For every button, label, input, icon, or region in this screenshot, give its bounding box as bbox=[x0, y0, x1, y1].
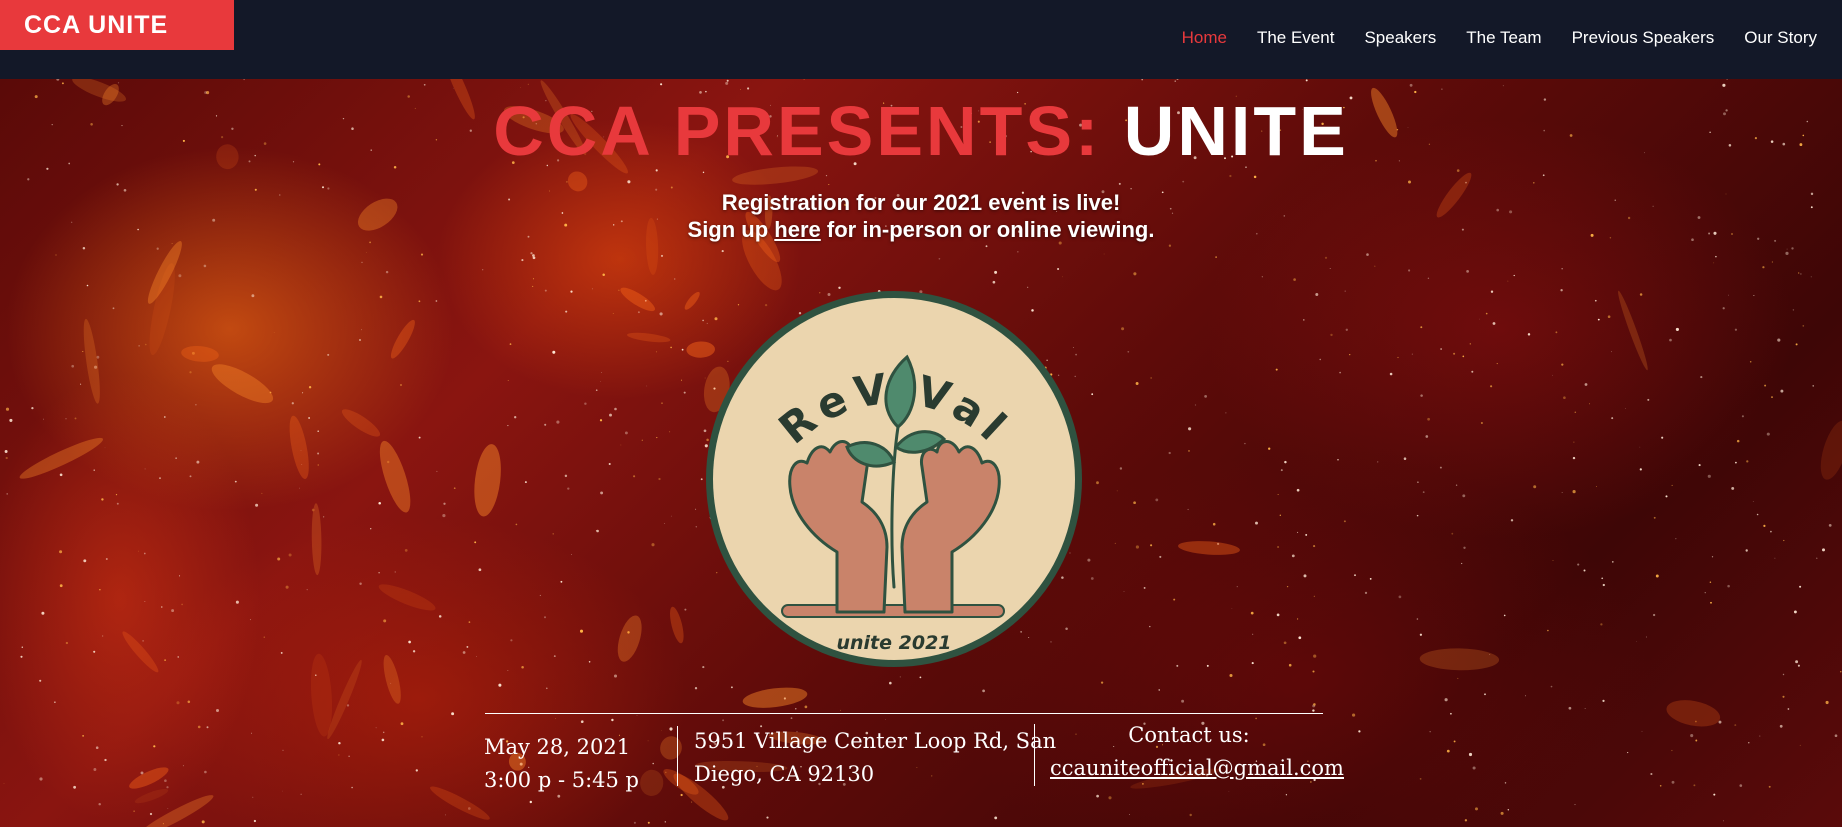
address-line-2: Diego, CA 92130 bbox=[694, 762, 875, 786]
nav-previous-speakers[interactable]: Previous Speakers bbox=[1557, 28, 1730, 48]
event-time: 3:00 p - 5:45 p bbox=[484, 768, 639, 792]
signup-prefix: Sign up bbox=[687, 217, 769, 242]
registration-notice: Registration for our 2021 event is live!… bbox=[0, 189, 1842, 243]
hero-section: CCA PRESENTS: UNITE Registration for our… bbox=[0, 79, 1842, 827]
headline-cca-presents: CCA PRESENTS: bbox=[493, 92, 1102, 170]
signup-here-link[interactable]: here bbox=[774, 217, 820, 242]
headline-unite: UNITE bbox=[1123, 92, 1349, 170]
details-separator bbox=[677, 726, 678, 786]
logo-subtitle: unite 2021 bbox=[836, 632, 951, 654]
registration-live-text: Registration for our 2021 event is live! bbox=[721, 190, 1121, 215]
site-logo-text[interactable]: CCA UNITE bbox=[0, 0, 234, 50]
nav-speakers[interactable]: Speakers bbox=[1349, 28, 1451, 48]
address-line-1: 5951 Village Center Loop Rd, San bbox=[694, 729, 1057, 753]
top-navigation-bar: CCA UNITE Home The Event Speakers The Te… bbox=[0, 0, 1842, 79]
nav-the-event[interactable]: The Event bbox=[1242, 28, 1350, 48]
nav-our-story[interactable]: Our Story bbox=[1729, 28, 1832, 48]
page-headline: CCA PRESENTS: UNITE bbox=[0, 91, 1842, 171]
event-date: May 28, 2021 bbox=[484, 735, 631, 759]
nav-home[interactable]: Home bbox=[1167, 28, 1242, 48]
contact-block: Contact us: ccauniteofficial@gmail.com bbox=[1050, 719, 1344, 785]
contact-label: Contact us: bbox=[1128, 723, 1250, 747]
revival-logo: ReViVal unite 2021 bbox=[706, 291, 1082, 667]
event-date-time: May 28, 2021 3:00 p - 5:45 p bbox=[484, 731, 639, 797]
nav-the-team[interactable]: The Team bbox=[1451, 28, 1556, 48]
main-nav: Home The Event Speakers The Team Previou… bbox=[1167, 22, 1832, 54]
signup-suffix: for in-person or online viewing. bbox=[826, 217, 1155, 242]
details-divider-line bbox=[485, 713, 1323, 714]
event-address: 5951 Village Center Loop Rd, San Diego, … bbox=[694, 725, 1056, 791]
contact-email-link[interactable]: ccauniteofficial@gmail.com bbox=[1050, 756, 1344, 780]
signup-line: Sign up here for in-person or online vie… bbox=[0, 216, 1842, 243]
